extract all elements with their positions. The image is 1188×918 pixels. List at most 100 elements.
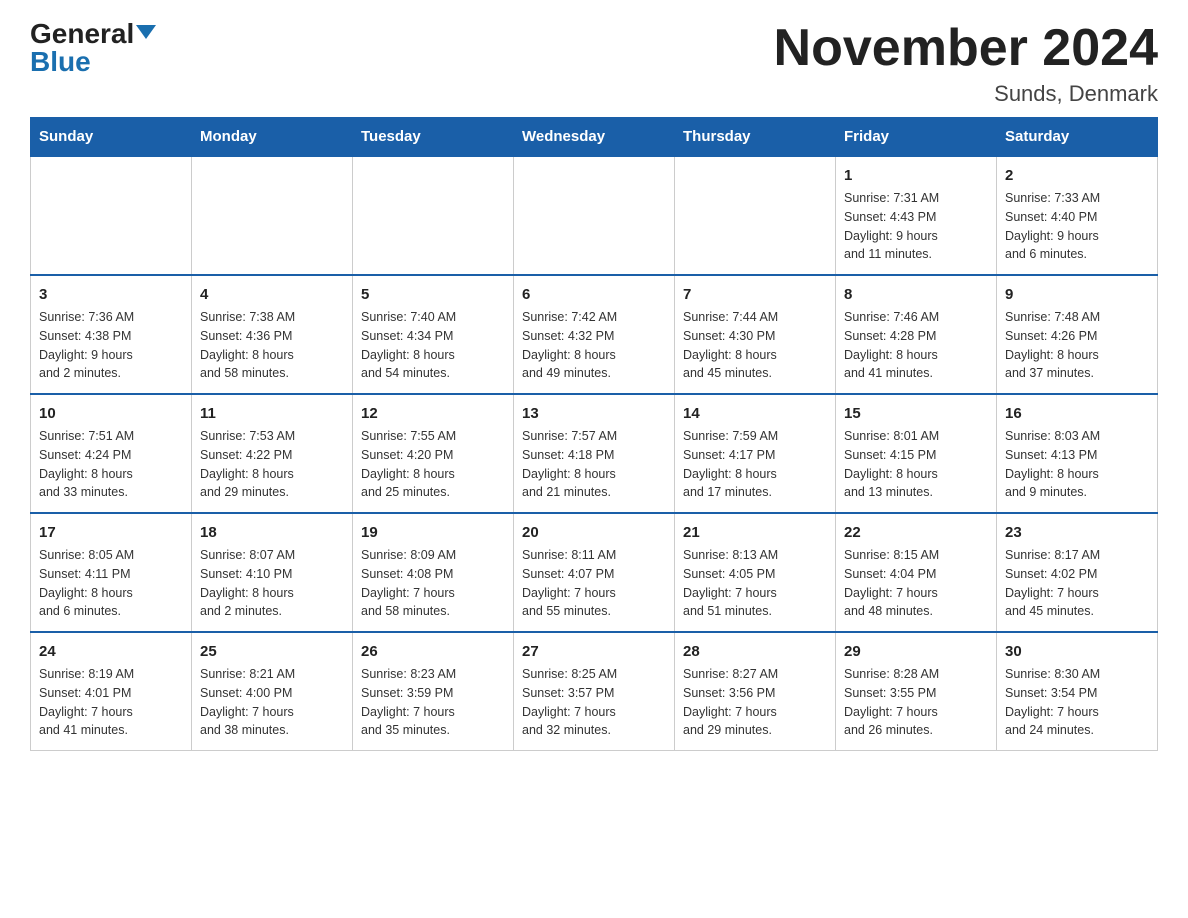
- day-info: Sunrise: 7:42 AM Sunset: 4:32 PM Dayligh…: [522, 308, 666, 383]
- header-sunday: Sunday: [31, 118, 192, 157]
- calendar-day-cell: 20Sunrise: 8:11 AM Sunset: 4:07 PM Dayli…: [514, 513, 675, 632]
- calendar-week-5: 24 Sunrise: 8:19 AM Sunset: 4:01 PM Dayli…: [31, 632, 1158, 751]
- day-info: Sunrise: 8:19 AM Sunset: 4:01 PM Dayligh…: [39, 665, 183, 740]
- header-saturday: Saturday: [997, 118, 1158, 157]
- calendar-day-cell: 5Sunrise: 7:40 AM Sunset: 4:34 PM Daylig…: [353, 275, 514, 394]
- calendar-day-cell: 2 Sunrise: 7:33 AM Sunset: 4:40 PM Daylig…: [997, 156, 1158, 275]
- day-info: Sunrise: 8:27 AM Sunset: 3:56 PM Dayligh…: [683, 665, 827, 740]
- calendar-day-cell: 30 Sunrise: 8:30 AM Sunset: 3:54 PM Dayli…: [997, 632, 1158, 751]
- day-number: 11: [200, 403, 344, 424]
- day-number: 8: [844, 284, 988, 305]
- day-info: Sunrise: 8:01 AM Sunset: 4:15 PM Dayligh…: [844, 427, 988, 502]
- day-number: 3: [39, 284, 183, 305]
- calendar-day-cell: 24 Sunrise: 8:19 AM Sunset: 4:01 PM Dayli…: [31, 632, 192, 751]
- calendar-day-cell: 23 Sunrise: 8:17 AM Sunset: 4:02 PM Dayli…: [997, 513, 1158, 632]
- day-number: 14: [683, 403, 827, 424]
- header-friday: Friday: [836, 118, 997, 157]
- calendar-header-row: Sunday Monday Tuesday Wednesday Thursday…: [31, 118, 1158, 157]
- day-info: Sunrise: 8:30 AM Sunset: 3:54 PM Dayligh…: [1005, 665, 1149, 740]
- calendar-week-1: 1 Sunrise: 7:31 AM Sunset: 4:43 PM Daylig…: [31, 156, 1158, 275]
- calendar-table: Sunday Monday Tuesday Wednesday Thursday…: [30, 117, 1158, 751]
- day-number: 4: [200, 284, 344, 305]
- day-number: 6: [522, 284, 666, 305]
- calendar-day-cell: 27 Sunrise: 8:25 AM Sunset: 3:57 PM Dayli…: [514, 632, 675, 751]
- day-info: Sunrise: 7:51 AM Sunset: 4:24 PM Dayligh…: [39, 427, 183, 502]
- calendar-day-cell: 18Sunrise: 8:07 AM Sunset: 4:10 PM Dayli…: [192, 513, 353, 632]
- calendar-title-block: November 2024 Sunds, Denmark: [774, 20, 1158, 107]
- day-number: 20: [522, 522, 666, 543]
- header-monday: Monday: [192, 118, 353, 157]
- day-info: Sunrise: 7:33 AM Sunset: 4:40 PM Dayligh…: [1005, 189, 1149, 264]
- day-number: 21: [683, 522, 827, 543]
- day-number: 15: [844, 403, 988, 424]
- day-info: Sunrise: 7:46 AM Sunset: 4:28 PM Dayligh…: [844, 308, 988, 383]
- calendar-subtitle: Sunds, Denmark: [774, 81, 1158, 107]
- calendar-week-2: 3 Sunrise: 7:36 AM Sunset: 4:38 PM Daylig…: [31, 275, 1158, 394]
- calendar-day-cell: 25Sunrise: 8:21 AM Sunset: 4:00 PM Dayli…: [192, 632, 353, 751]
- day-number: 16: [1005, 403, 1149, 424]
- day-number: 28: [683, 641, 827, 662]
- logo-blue-text: Blue: [30, 48, 91, 76]
- day-info: Sunrise: 8:23 AM Sunset: 3:59 PM Dayligh…: [361, 665, 505, 740]
- day-number: 5: [361, 284, 505, 305]
- day-info: Sunrise: 8:09 AM Sunset: 4:08 PM Dayligh…: [361, 546, 505, 621]
- calendar-day-cell: 8 Sunrise: 7:46 AM Sunset: 4:28 PM Daylig…: [836, 275, 997, 394]
- calendar-day-cell: [514, 156, 675, 275]
- day-info: Sunrise: 7:53 AM Sunset: 4:22 PM Dayligh…: [200, 427, 344, 502]
- day-info: Sunrise: 8:13 AM Sunset: 4:05 PM Dayligh…: [683, 546, 827, 621]
- day-info: Sunrise: 7:31 AM Sunset: 4:43 PM Dayligh…: [844, 189, 988, 264]
- calendar-day-cell: 26 Sunrise: 8:23 AM Sunset: 3:59 PM Dayli…: [353, 632, 514, 751]
- calendar-day-cell: 10 Sunrise: 7:51 AM Sunset: 4:24 PM Dayli…: [31, 394, 192, 513]
- calendar-day-cell: 12Sunrise: 7:55 AM Sunset: 4:20 PM Dayli…: [353, 394, 514, 513]
- day-number: 27: [522, 641, 666, 662]
- day-info: Sunrise: 7:57 AM Sunset: 4:18 PM Dayligh…: [522, 427, 666, 502]
- calendar-day-cell: 21 Sunrise: 8:13 AM Sunset: 4:05 PM Dayli…: [675, 513, 836, 632]
- header-wednesday: Wednesday: [514, 118, 675, 157]
- day-info: Sunrise: 7:38 AM Sunset: 4:36 PM Dayligh…: [200, 308, 344, 383]
- day-info: Sunrise: 7:36 AM Sunset: 4:38 PM Dayligh…: [39, 308, 183, 383]
- day-info: Sunrise: 8:03 AM Sunset: 4:13 PM Dayligh…: [1005, 427, 1149, 502]
- logo-triangle-icon: [136, 25, 156, 39]
- day-number: 23: [1005, 522, 1149, 543]
- day-number: 1: [844, 165, 988, 186]
- day-number: 13: [522, 403, 666, 424]
- calendar-day-cell: 29 Sunrise: 8:28 AM Sunset: 3:55 PM Dayli…: [836, 632, 997, 751]
- day-number: 25: [200, 641, 344, 662]
- day-info: Sunrise: 7:59 AM Sunset: 4:17 PM Dayligh…: [683, 427, 827, 502]
- day-number: 9: [1005, 284, 1149, 305]
- day-info: Sunrise: 8:28 AM Sunset: 3:55 PM Dayligh…: [844, 665, 988, 740]
- calendar-day-cell: 9 Sunrise: 7:48 AM Sunset: 4:26 PM Daylig…: [997, 275, 1158, 394]
- calendar-day-cell: 7Sunrise: 7:44 AM Sunset: 4:30 PM Daylig…: [675, 275, 836, 394]
- calendar-day-cell: 6 Sunrise: 7:42 AM Sunset: 4:32 PM Daylig…: [514, 275, 675, 394]
- calendar-day-cell: [192, 156, 353, 275]
- day-number: 19: [361, 522, 505, 543]
- calendar-day-cell: 22Sunrise: 8:15 AM Sunset: 4:04 PM Dayli…: [836, 513, 997, 632]
- calendar-day-cell: 14 Sunrise: 7:59 AM Sunset: 4:17 PM Dayli…: [675, 394, 836, 513]
- calendar-day-cell: 4 Sunrise: 7:38 AM Sunset: 4:36 PM Daylig…: [192, 275, 353, 394]
- day-info: Sunrise: 8:07 AM Sunset: 4:10 PM Dayligh…: [200, 546, 344, 621]
- day-info: Sunrise: 7:48 AM Sunset: 4:26 PM Dayligh…: [1005, 308, 1149, 383]
- day-number: 12: [361, 403, 505, 424]
- calendar-day-cell: 13 Sunrise: 7:57 AM Sunset: 4:18 PM Dayli…: [514, 394, 675, 513]
- header-thursday: Thursday: [675, 118, 836, 157]
- calendar-day-cell: [675, 156, 836, 275]
- day-number: 10: [39, 403, 183, 424]
- day-info: Sunrise: 8:17 AM Sunset: 4:02 PM Dayligh…: [1005, 546, 1149, 621]
- calendar-day-cell: 1 Sunrise: 7:31 AM Sunset: 4:43 PM Daylig…: [836, 156, 997, 275]
- calendar-day-cell: 11 Sunrise: 7:53 AM Sunset: 4:22 PM Dayli…: [192, 394, 353, 513]
- page-header: General Blue November 2024 Sunds, Denmar…: [30, 20, 1158, 107]
- day-info: Sunrise: 8:25 AM Sunset: 3:57 PM Dayligh…: [522, 665, 666, 740]
- calendar-day-cell: 16 Sunrise: 8:03 AM Sunset: 4:13 PM Dayli…: [997, 394, 1158, 513]
- calendar-day-cell: 28 Sunrise: 8:27 AM Sunset: 3:56 PM Dayli…: [675, 632, 836, 751]
- day-number: 2: [1005, 165, 1149, 186]
- day-number: 24: [39, 641, 183, 662]
- day-number: 22: [844, 522, 988, 543]
- day-number: 30: [1005, 641, 1149, 662]
- day-number: 29: [844, 641, 988, 662]
- day-number: 26: [361, 641, 505, 662]
- calendar-day-cell: [353, 156, 514, 275]
- calendar-day-cell: 19 Sunrise: 8:09 AM Sunset: 4:08 PM Dayli…: [353, 513, 514, 632]
- logo-general-text: General: [30, 20, 134, 48]
- day-info: Sunrise: 8:05 AM Sunset: 4:11 PM Dayligh…: [39, 546, 183, 621]
- calendar-week-4: 17Sunrise: 8:05 AM Sunset: 4:11 PM Dayli…: [31, 513, 1158, 632]
